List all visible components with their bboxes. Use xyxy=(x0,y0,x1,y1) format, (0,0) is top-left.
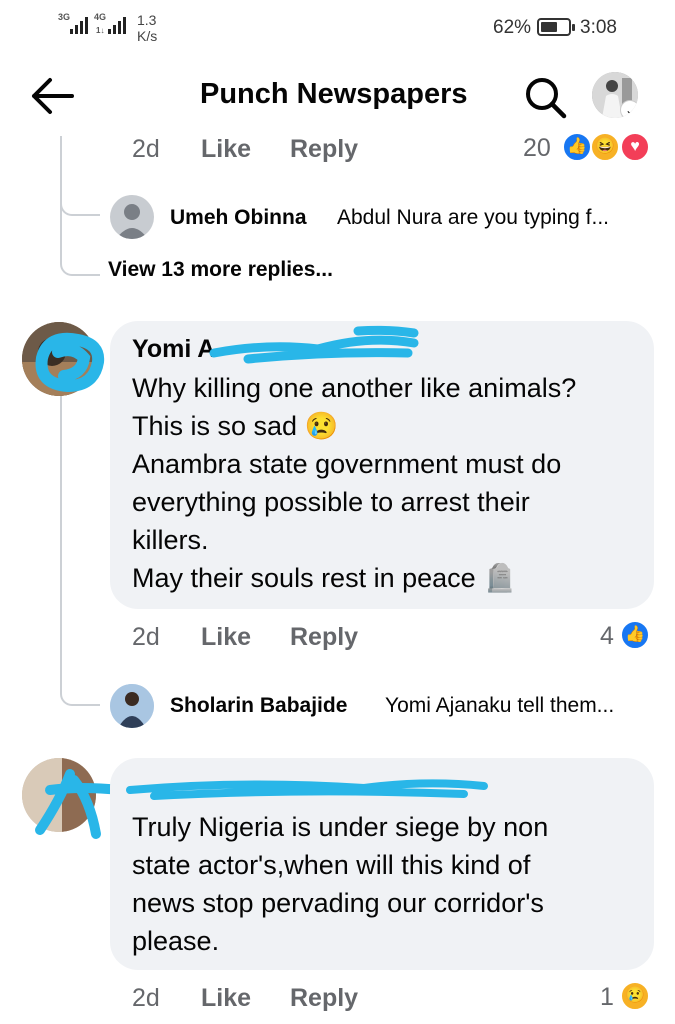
reply-button[interactable]: Reply xyxy=(290,984,358,1013)
comment-bubble[interactable]: Truly Nigeria is under siege by non stat… xyxy=(110,758,654,970)
comment-time: 2d xyxy=(132,135,160,163)
comment-time: 2d xyxy=(132,984,160,1012)
comment-line: news stop pervading our corridor's xyxy=(132,888,544,918)
redaction-scribble xyxy=(209,325,419,364)
app-header: Punch Newspapers ⌄ xyxy=(0,56,675,136)
avatar[interactable] xyxy=(22,322,96,396)
comment-line: state actor's,when will this kind of xyxy=(132,850,531,880)
clock: 3:08 xyxy=(580,17,617,38)
signal-strength-icon xyxy=(70,14,88,34)
signal-strength-icon-2 xyxy=(108,14,126,34)
comment-line: Truly Nigeria is under siege by non xyxy=(132,812,549,842)
status-bar: 3G 4G 1↓ 1.3 K/s 62% 3:08 xyxy=(0,0,675,56)
comment-author[interactable]: Yomi A xyxy=(132,335,215,364)
comment-text: Why killing one another like animals? Th… xyxy=(132,369,576,597)
thread-connector xyxy=(60,396,62,688)
reply-author[interactable]: Umeh Obinna xyxy=(170,206,307,230)
battery-icon xyxy=(537,18,575,36)
like-reaction-icon: 👍 xyxy=(620,620,650,650)
speed-value: 1.3 xyxy=(137,12,157,28)
comment-text: Truly Nigeria is under siege by non stat… xyxy=(132,808,548,960)
reply-text[interactable]: Abdul Nura are you typing f... xyxy=(337,206,609,230)
avatar[interactable] xyxy=(110,195,154,239)
comment-line: everything possible to arrest their xyxy=(132,487,530,517)
profile-avatar-button[interactable]: ⌄ xyxy=(592,72,638,118)
reply-text[interactable]: Yomi Ajanaku tell them... xyxy=(385,694,614,718)
speed-unit: K/s xyxy=(137,28,158,44)
network-speed: 1.3 K/s xyxy=(137,12,157,44)
page-title: Punch Newspapers xyxy=(200,78,468,110)
view-more-replies-link[interactable]: View 13 more replies... xyxy=(108,258,333,282)
comment-line: May their souls rest in peace 🪦 xyxy=(132,563,517,593)
reply-button[interactable]: Reply xyxy=(290,623,358,652)
like-button[interactable]: Like xyxy=(201,984,251,1013)
comment-line: Anambra state government must do xyxy=(132,449,562,479)
comment-line: killers. xyxy=(132,525,209,555)
reaction-count[interactable]: 4 xyxy=(600,622,614,651)
battery-percent: 62% xyxy=(493,17,532,38)
chevron-down-icon: ⌄ xyxy=(620,100,638,118)
reaction-count[interactable]: 20 xyxy=(523,134,551,163)
search-icon[interactable] xyxy=(522,74,568,120)
reaction-count[interactable]: 1 xyxy=(600,983,614,1012)
arrow-left-icon[interactable] xyxy=(30,76,76,116)
sad-reaction-icon: 😢 xyxy=(620,981,650,1011)
like-button[interactable]: Like xyxy=(201,135,251,164)
redaction-scribble xyxy=(126,779,488,800)
avatar[interactable] xyxy=(110,684,154,728)
comment-time: 2d xyxy=(132,623,160,651)
reply-author[interactable]: Sholarin Babajide xyxy=(170,694,347,718)
comment-line: This is so sad 😢 xyxy=(132,411,339,441)
reply-button[interactable]: Reply xyxy=(290,135,358,164)
like-button[interactable]: Like xyxy=(201,623,251,652)
comment-bubble[interactable]: Yomi A Why killing one another like anim… xyxy=(110,321,654,609)
network-type-4g: 4G xyxy=(94,12,107,22)
network-type-3g: 3G xyxy=(58,12,71,22)
avatar[interactable] xyxy=(22,758,96,832)
comment-line: please. xyxy=(132,926,220,956)
haha-reaction-icon: 😆 xyxy=(590,132,620,162)
thread-branch xyxy=(60,660,100,706)
like-reaction-icon: 👍 xyxy=(562,132,592,162)
comment-line: Why killing one another like animals? xyxy=(132,373,577,403)
love-reaction-icon: ♥ xyxy=(620,132,650,162)
network-sub: 1↓ xyxy=(96,26,105,35)
thread-branch-more xyxy=(60,212,100,276)
